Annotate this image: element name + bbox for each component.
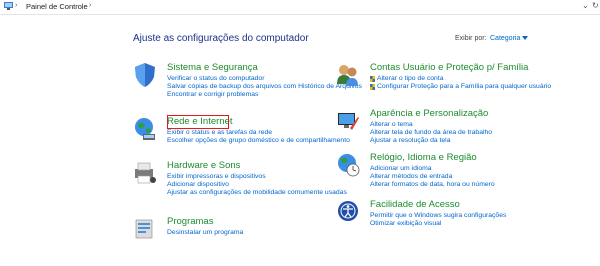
view-by-arrow-icon[interactable] <box>522 36 528 40</box>
globe-clock-icon[interactable] <box>336 152 360 178</box>
link-family-safety[interactable]: Configurar Proteção para a Família para … <box>370 83 570 91</box>
category-title[interactable]: Relógio, Idioma e Região <box>370 152 477 163</box>
view-by-dropdown[interactable]: Categoria <box>490 35 520 42</box>
control-panel-icon <box>4 2 13 10</box>
refresh-icon[interactable]: ↻ <box>592 1 599 10</box>
ease-of-access-icon[interactable] <box>336 199 360 225</box>
link-add-language[interactable]: Adicionar um idioma <box>370 165 570 173</box>
highlight-box <box>167 115 229 129</box>
network-globe-icon[interactable] <box>133 116 157 142</box>
link-label: Configurar Proteção para a Família para … <box>377 83 552 91</box>
printer-icon[interactable] <box>133 160 157 186</box>
uac-shield-icon <box>370 76 375 82</box>
shield-icon[interactable] <box>133 62 157 88</box>
link-add-device[interactable]: Adicionar dispositivo <box>167 181 367 189</box>
category-title[interactable]: Hardware e Sons <box>167 160 240 171</box>
dropdown-chevron-icon[interactable]: ⌄ <box>582 1 589 10</box>
category-title[interactable]: Sistema e Segurança <box>167 62 258 73</box>
address-bar[interactable]: › Painel de Controle › ⌄ ↻ <box>0 0 600 15</box>
link-date-time-formats[interactable]: Alterar formatos de data, hora ou número <box>370 181 570 189</box>
link-troubleshoot[interactable]: Encontrar e corrigir problemas <box>167 91 367 99</box>
category-title[interactable]: Contas Usuário e Proteção p/ Família <box>370 62 528 73</box>
category-title[interactable]: Aparência e Personalização <box>370 108 488 119</box>
link-change-account-type[interactable]: Alterar o tipo de conta <box>370 75 570 83</box>
category-title[interactable]: Facilidade de Acesso <box>370 199 460 210</box>
breadcrumb-chevron-icon[interactable]: › <box>15 2 17 9</box>
breadcrumb-chevron-icon[interactable]: › <box>89 2 91 9</box>
link-homegroup-sharing[interactable]: Escolher opções de grupo doméstico e de … <box>167 137 367 145</box>
users-icon[interactable] <box>336 62 360 88</box>
link-desktop-background[interactable]: Alterar tela de fundo da área de trabalh… <box>370 129 570 137</box>
appearance-icon[interactable] <box>336 108 360 134</box>
link-input-methods[interactable]: Alterar métodos de entrada <box>370 173 570 181</box>
link-uninstall-program[interactable]: Desinstalar um programa <box>167 229 367 237</box>
view-by-label: Exibir por: <box>455 35 487 42</box>
link-suggest-settings[interactable]: Permitir que o Windows sugira configuraç… <box>370 212 570 220</box>
link-change-theme[interactable]: Alterar o tema <box>370 121 570 129</box>
link-optimize-display[interactable]: Otimizar exibição visual <box>370 220 570 228</box>
link-label: Alterar o tipo de conta <box>377 75 444 82</box>
category-title[interactable]: Programas <box>167 216 213 227</box>
page-title: Ajuste as configurações do computador <box>133 33 309 44</box>
breadcrumb-control-panel[interactable]: Painel de Controle <box>26 2 88 11</box>
programs-icon[interactable] <box>133 216 157 242</box>
link-mobility-settings[interactable]: Ajustar as configurações de mobilidade c… <box>167 189 367 197</box>
link-screen-resolution[interactable]: Ajustar a resolução da tela <box>370 137 570 145</box>
uac-shield-icon <box>370 84 375 91</box>
